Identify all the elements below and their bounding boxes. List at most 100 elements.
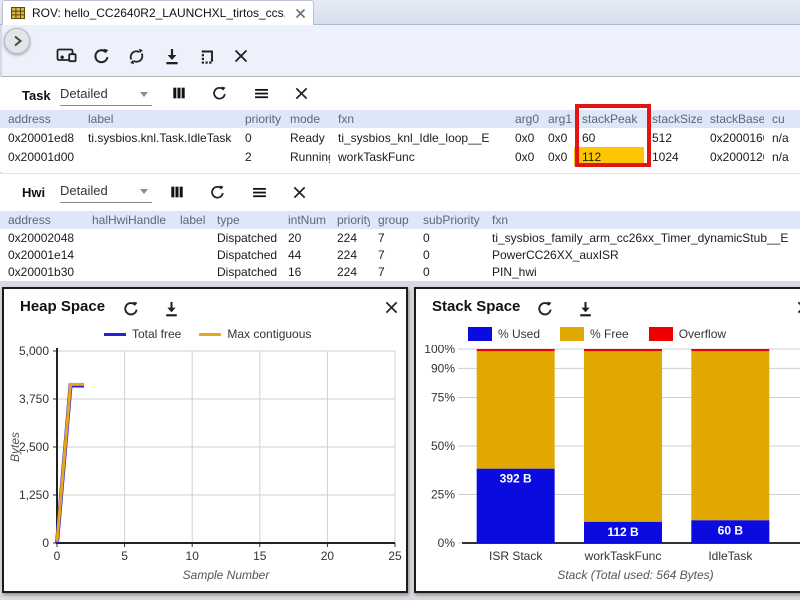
svg-text:60 B: 60 B xyxy=(718,523,744,537)
stack-panel-title: Stack Space xyxy=(432,298,520,315)
expand-chevron-button[interactable] xyxy=(4,28,30,54)
svg-text:Stack (Total used: 564 Bytes): Stack (Total used: 564 Bytes) xyxy=(557,568,713,582)
heap-panel-title: Heap Space xyxy=(20,298,105,315)
refresh-icon[interactable] xyxy=(91,46,111,66)
svg-text:100%: 100% xyxy=(424,345,455,356)
legend-swatch-icon xyxy=(468,327,492,341)
task-view-value: Detailed xyxy=(60,86,108,101)
tab-close-icon[interactable] xyxy=(293,6,307,20)
close-icon[interactable] xyxy=(292,84,310,102)
svg-text:0: 0 xyxy=(42,536,49,550)
legend-swatch-icon xyxy=(199,333,221,336)
col-header[interactable]: mode xyxy=(282,110,330,128)
svg-text:workTaskFunc: workTaskFunc xyxy=(584,549,662,563)
col-header[interactable]: halHwiHandle xyxy=(84,211,172,229)
columns-icon[interactable] xyxy=(170,84,188,102)
svg-text:1,250: 1,250 xyxy=(19,488,49,502)
close-icon[interactable] xyxy=(290,183,308,201)
svg-text:15: 15 xyxy=(253,549,267,563)
col-header[interactable]: type xyxy=(209,211,280,229)
svg-text:2,500: 2,500 xyxy=(19,440,49,454)
hwi-header-row: address halHwiHandle label type intNum p… xyxy=(0,211,800,229)
col-header[interactable]: priority xyxy=(329,211,370,229)
bar-overflow-1 xyxy=(584,349,662,351)
legend-item: Total free xyxy=(104,327,181,341)
svg-text:0%: 0% xyxy=(438,536,456,550)
heap-chart: 01,2502,5003,7505,0000510152025BytesSamp… xyxy=(5,345,407,587)
main-toolbar xyxy=(0,25,800,77)
legend-label: % Free xyxy=(590,327,629,341)
col-header[interactable]: address xyxy=(0,110,80,128)
connect-device-icon[interactable] xyxy=(55,46,79,66)
svg-text:0: 0 xyxy=(54,549,61,563)
hwi-view-select[interactable]: Detailed xyxy=(60,183,152,203)
grid-table-icon xyxy=(11,7,25,19)
close-icon[interactable] xyxy=(231,46,251,66)
columns-icon[interactable] xyxy=(168,183,186,201)
col-header[interactable]: group xyxy=(370,211,415,229)
bar-overflow-0 xyxy=(477,349,555,351)
refresh-icon[interactable] xyxy=(208,183,226,201)
close-icon[interactable] xyxy=(382,298,400,316)
stack-space-panel: Stack Space % Used% FreeOverflow 0%25%50… xyxy=(414,287,800,593)
menu-icon[interactable] xyxy=(250,183,268,201)
col-header[interactable]: label xyxy=(172,211,209,229)
refresh-icon[interactable] xyxy=(210,84,228,102)
col-header[interactable]: priority xyxy=(237,110,282,128)
download-icon[interactable] xyxy=(576,300,594,318)
rov-window: ROV: hello_CC2640R2_LAUNCHXL_tirtos_ccs.… xyxy=(0,0,800,600)
legend-swatch-icon xyxy=(649,327,673,341)
hwi-section-title: Hwi xyxy=(22,185,45,200)
refresh-icon[interactable] xyxy=(536,300,554,318)
tab-rov[interactable]: ROV: hello_CC2640R2_LAUNCHXL_tirtos_ccs.… xyxy=(2,0,314,25)
col-header[interactable]: intNum xyxy=(280,211,329,229)
task-section: Task Detailed address label priority mod… xyxy=(0,77,800,172)
task-table: address label priority mode fxn arg0 arg… xyxy=(0,110,800,166)
table-row: 0x20001b30Dispatched1622470PIN_hwi xyxy=(0,263,800,280)
legend-label: Max contiguous xyxy=(227,327,311,341)
stack-chart: 0%25%50%75%90%100%392 BISR Stack112 Bwor… xyxy=(417,345,800,587)
col-header[interactable]: cu xyxy=(764,110,800,128)
heap-space-panel: Heap Space Total free Max contiguous 0 1,2… xyxy=(2,287,408,593)
menu-icon[interactable] xyxy=(252,84,270,102)
col-header[interactable]: address xyxy=(0,211,84,229)
bar-free-0 xyxy=(477,351,555,468)
hwi-view-value: Detailed xyxy=(60,183,108,198)
legend-label: Total free xyxy=(132,327,181,341)
legend-swatch-icon xyxy=(560,327,584,341)
table-row: 0x20001d002RunningworkTaskFunc0x00x01121… xyxy=(0,147,800,166)
bar-free-2 xyxy=(691,351,769,520)
col-header[interactable]: stackBase xyxy=(702,110,764,128)
col-header[interactable]: arg0 xyxy=(507,110,540,128)
chevron-down-icon xyxy=(140,189,148,194)
table-row: 0x20001ed8ti.sysbios.knl.Task.IdleTask0R… xyxy=(0,128,800,147)
download-icon[interactable] xyxy=(162,300,180,318)
col-header[interactable]: subPriority xyxy=(415,211,484,229)
hwi-table: address halHwiHandle label type intNum p… xyxy=(0,211,800,280)
col-header[interactable]: label xyxy=(80,110,237,128)
task-view-select[interactable]: Detailed xyxy=(60,86,152,106)
col-header[interactable]: stackSize xyxy=(644,110,702,128)
svg-text:Bytes: Bytes xyxy=(8,432,22,462)
svg-text:Sample Number: Sample Number xyxy=(183,568,271,582)
legend-label: Overflow xyxy=(679,327,726,341)
heap-legend: Total free Max contiguous xyxy=(4,327,406,341)
svg-text:50%: 50% xyxy=(431,439,455,453)
svg-text:90%: 90% xyxy=(431,361,455,375)
legend-item: % Used xyxy=(468,327,540,341)
sync-icon[interactable] xyxy=(126,46,146,66)
line-series-0 xyxy=(57,386,84,543)
col-header[interactable]: arg1 xyxy=(540,110,574,128)
close-icon[interactable] xyxy=(794,298,800,316)
refresh-icon[interactable] xyxy=(122,300,140,318)
col-header[interactable]: fxn xyxy=(330,110,507,128)
svg-text:3,750: 3,750 xyxy=(19,392,49,406)
svg-text:25: 25 xyxy=(388,549,402,563)
download-icon[interactable] xyxy=(162,46,182,66)
detach-view-icon[interactable] xyxy=(196,46,216,66)
col-header-stackpeak[interactable]: stackPeak xyxy=(574,110,644,128)
col-header[interactable]: fxn xyxy=(484,211,800,229)
svg-text:IdleTask: IdleTask xyxy=(708,549,753,563)
svg-text:ISR Stack: ISR Stack xyxy=(489,549,543,563)
bar-overflow-2 xyxy=(691,349,769,351)
